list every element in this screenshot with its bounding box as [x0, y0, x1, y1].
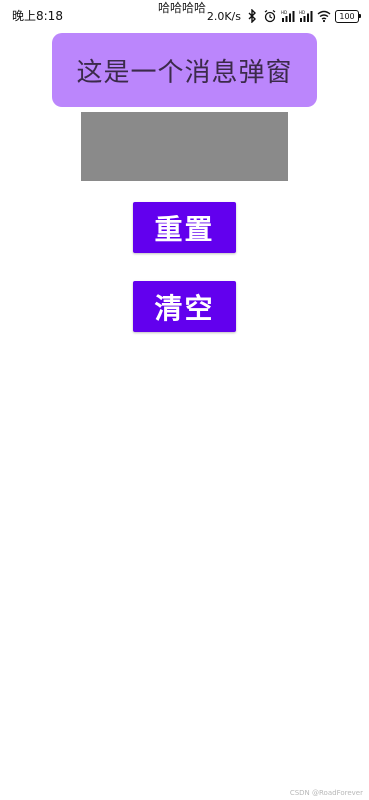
signal-hd-icon: HD — [281, 9, 295, 23]
watermark: CSDN @RoadForever — [289, 789, 363, 797]
battery-icon: 100 — [335, 9, 361, 23]
status-icons: 2.0K/s HD HD 100 — [206, 8, 361, 24]
svg-text:HD: HD — [299, 10, 305, 15]
clear-button[interactable]: 清空 — [133, 281, 236, 332]
svg-text:HD: HD — [281, 10, 287, 15]
signal-hd-icon: HD — [299, 9, 313, 23]
network-speed: 2.0K/s — [206, 9, 241, 23]
alarm-icon — [263, 9, 277, 23]
wifi-icon — [317, 9, 331, 23]
status-time: 晚上8:18 — [12, 9, 63, 23]
bluetooth-icon — [245, 9, 259, 23]
grey-view — [81, 112, 288, 181]
battery-level: 100 — [339, 11, 355, 21]
overlay-text: 哈哈哈哈 — [158, 1, 207, 15]
message-toast: 这是一个消息弹窗 — [52, 33, 317, 107]
toast-text: 这是一个消息弹窗 — [76, 57, 293, 88]
reset-button[interactable]: 重置 — [133, 202, 236, 253]
